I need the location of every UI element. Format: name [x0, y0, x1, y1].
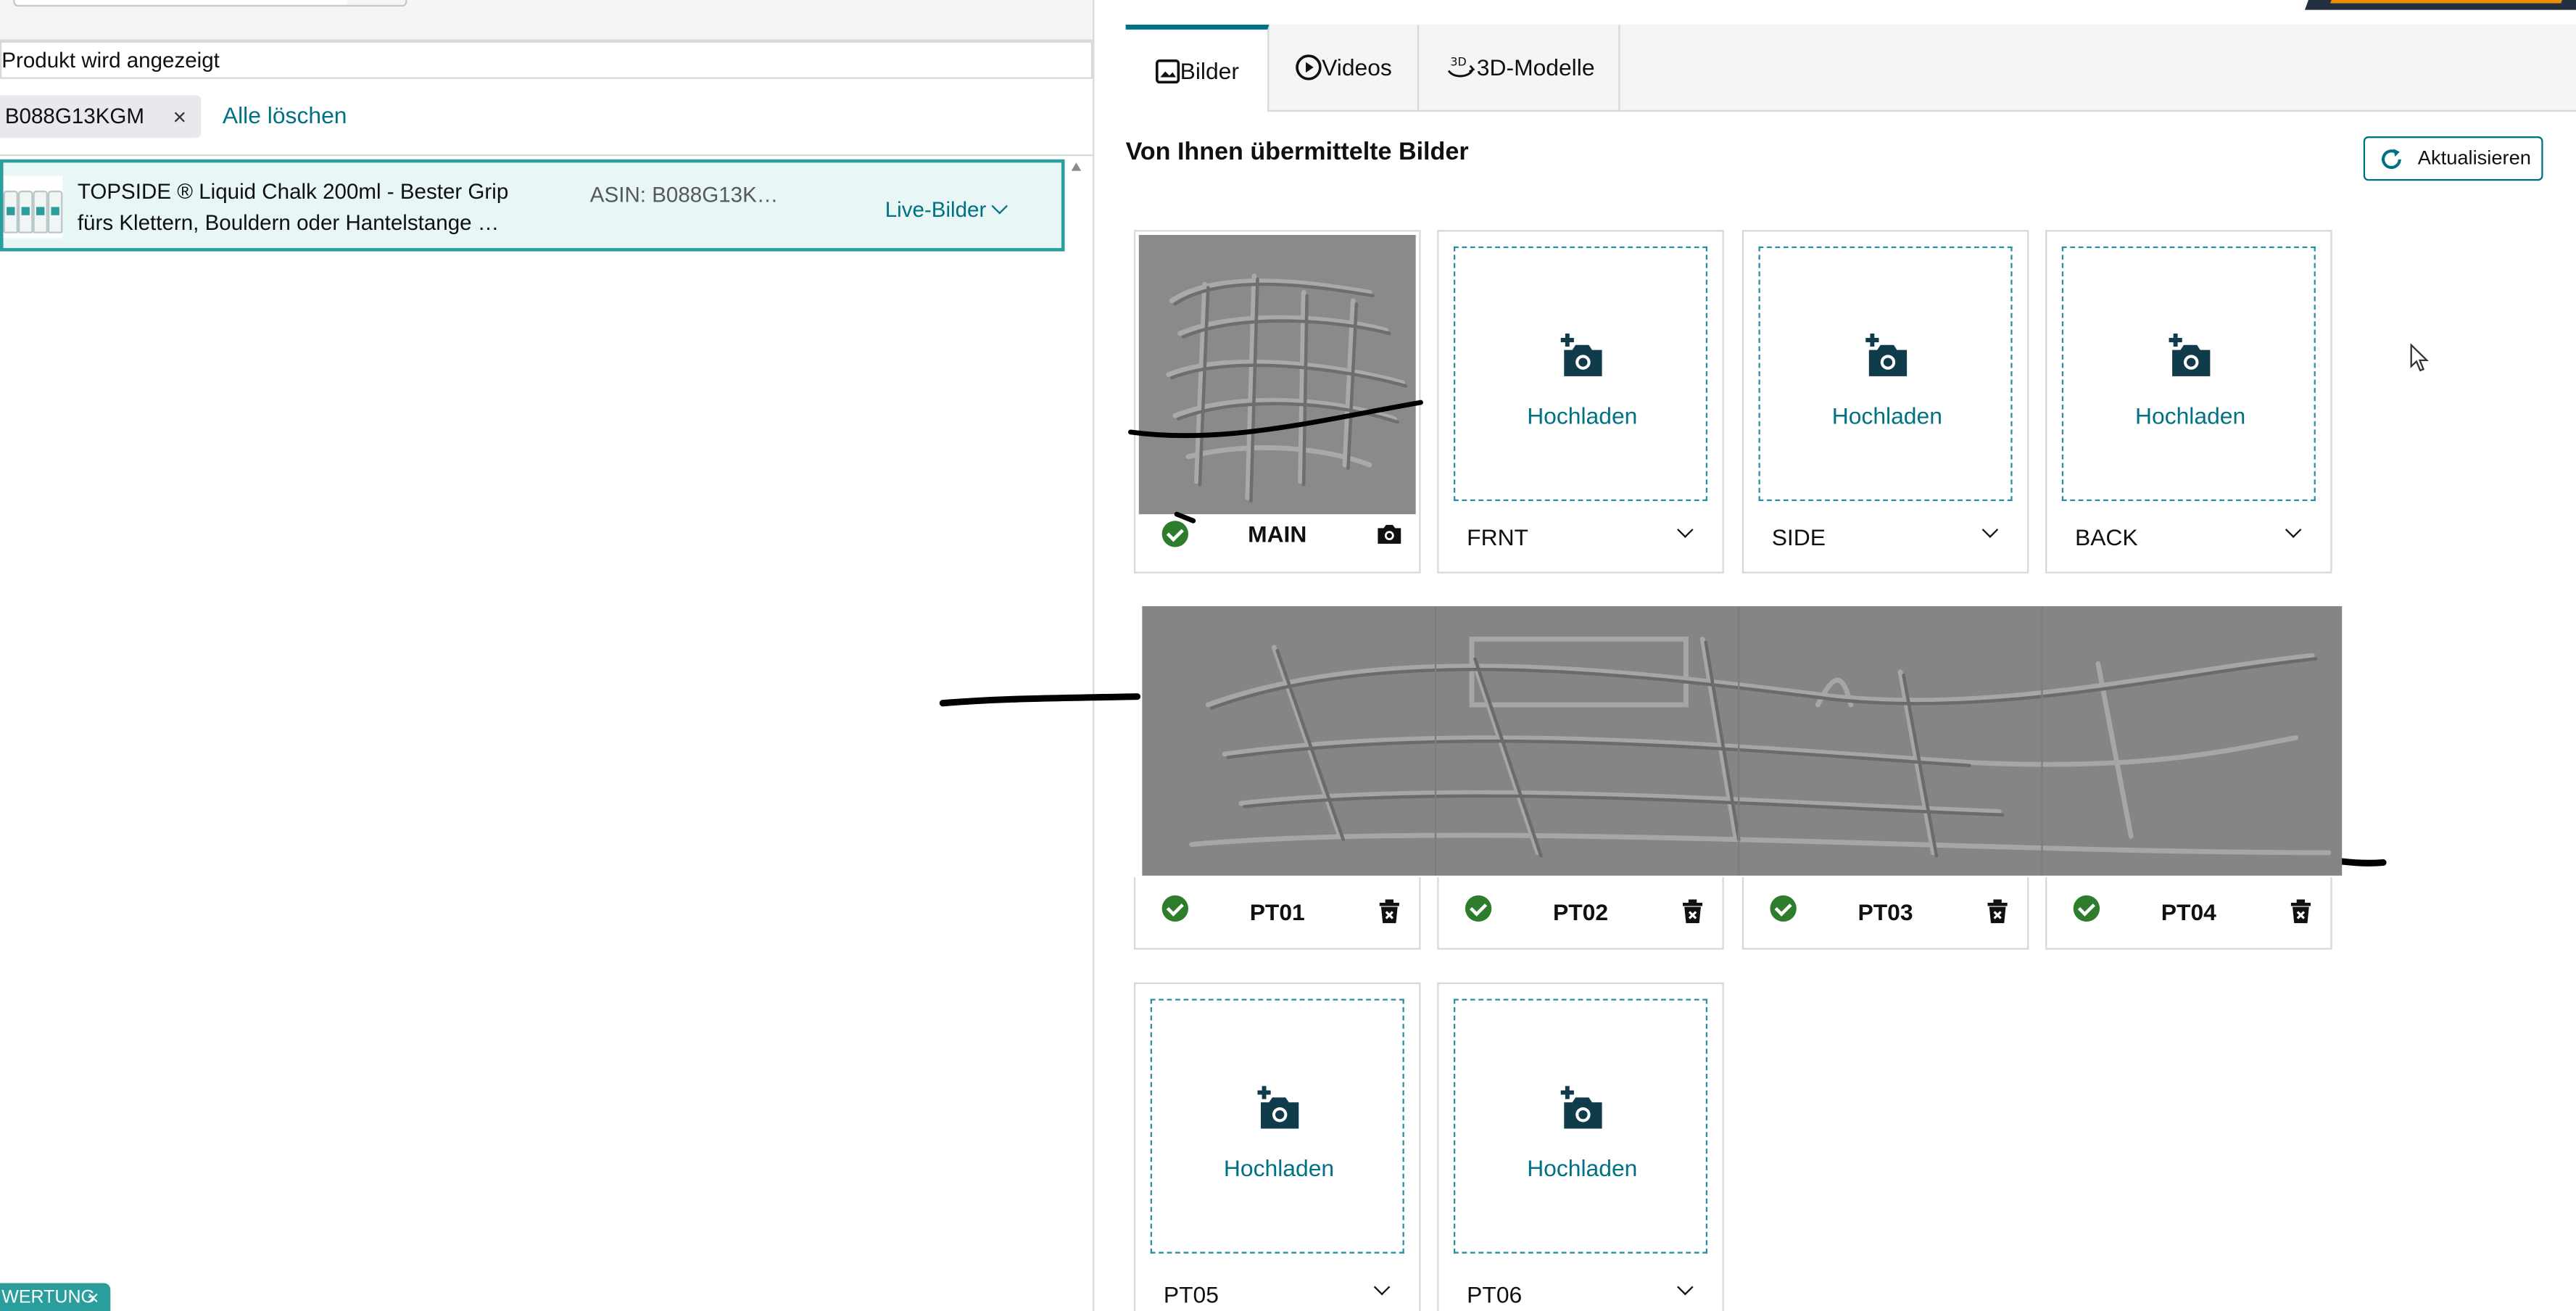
refresh-button-label: Aktualisieren	[2417, 146, 2531, 170]
trash-icon[interactable]	[1987, 898, 2008, 924]
asin-filter-chip-label: B088G13KGM	[4, 103, 145, 128]
slot-code-frnt: FRNT	[1467, 524, 1529, 550]
image-slot-frnt: Hochladen FRNT	[1437, 230, 1724, 574]
slot-footer[interactable]: BACK	[2047, 503, 2330, 571]
top-banner-fragment	[2304, 0, 2576, 10]
tab-bilder[interactable]: Bilder	[1125, 24, 1270, 112]
add-photo-icon	[1560, 333, 1602, 376]
upload-label: Hochladen	[2135, 402, 2246, 429]
add-photo-icon	[1865, 333, 1908, 376]
product-title-line1: TOPSIDE ® Liquid Chalk 200ml - Bester Gr…	[77, 178, 509, 204]
mouse-cursor-icon	[2410, 343, 2430, 372]
image-view-dropdown-label: Live-Bilder	[885, 197, 987, 222]
chip-remove-icon[interactable]: ×	[167, 95, 193, 138]
search-button[interactable]	[347, 0, 407, 7]
media-tabs: Bilder Videos 3D 3D-Modelle	[1125, 24, 2576, 112]
chevron-down-icon[interactable]	[1373, 1278, 1391, 1296]
image-slot-pt04: PT04	[2045, 877, 2332, 950]
image-slot-pt02: PT02	[1437, 877, 1724, 950]
trash-icon[interactable]	[1379, 898, 1399, 924]
slot-code-pt05: PT05	[1163, 1281, 1219, 1308]
filter-select-value: Produkt wird angezeigt	[1, 47, 220, 73]
redaction-stroke	[1128, 400, 1423, 524]
product-title-line2: fürs Klettern, Bouldern oder Hantelstang…	[77, 210, 500, 235]
upload-dropzone[interactable]: Hochladen	[1453, 246, 1708, 502]
chevron-down-icon[interactable]	[1981, 521, 1999, 538]
slot-footer[interactable]: FRNT	[1439, 503, 1723, 571]
trash-icon[interactable]	[1682, 898, 1703, 924]
tab-bilder-label: Bilder	[1180, 57, 1239, 84]
rating-filter-tag-label: WERTUNG	[1, 1288, 96, 1308]
tag-remove-icon[interactable]: ×	[87, 1283, 99, 1311]
rating-filter-tag: WERTUNG ×	[0, 1283, 111, 1311]
chevron-down-icon[interactable]	[2285, 521, 2302, 538]
add-photo-icon	[2169, 333, 2211, 376]
image-slot-pt03: PT03	[1742, 877, 2029, 950]
search-input[interactable]	[13, 0, 352, 7]
chevron-down-icon[interactable]	[1677, 1278, 1694, 1296]
image-slot-pt06: Hochladen PT06	[1437, 982, 1724, 1311]
trash-icon[interactable]	[2290, 898, 2311, 924]
image-slot-pt05: Hochladen PT05	[1133, 982, 1421, 1311]
upload-label: Hochladen	[1831, 402, 1942, 429]
asin-filter-chip: B088G13KGM ×	[0, 95, 202, 138]
slot-footer[interactable]: PT06	[1439, 1260, 1723, 1311]
right-pane: Bilder Videos 3D 3D-Modelle Von Ihnen übe…	[939, 0, 2576, 1311]
upload-dropzone[interactable]: Hochladen	[1453, 998, 1708, 1254]
refresh-button[interactable]: Aktualisieren	[2363, 136, 2543, 181]
refresh-icon	[2382, 149, 2401, 169]
svg-text:3D: 3D	[1450, 55, 1466, 69]
app-root: Produkt wird angezeigt B088G13KGM × Alle…	[0, 0, 2576, 1311]
slot-code-back: BACK	[2074, 524, 2138, 550]
upload-dropzone[interactable]: Hochladen	[1758, 246, 2013, 502]
slot-code-pt01: PT01	[1249, 898, 1305, 925]
upload-dropzone[interactable]: Hochladen	[2061, 246, 2316, 502]
secondary-images-preview[interactable]	[1142, 606, 2343, 876]
slot-code-pt03: PT03	[1858, 898, 1913, 925]
slot-footer[interactable]: PT05	[1135, 1260, 1419, 1311]
product-asin: ASIN: B088G13K…	[589, 182, 779, 207]
3d-icon: 3D	[1447, 55, 1475, 78]
redacted-scribble	[1189, 606, 2332, 876]
product-row-selected[interactable]: TOPSIDE ® Liquid Chalk 200ml - Bester Gr…	[0, 159, 1065, 252]
scroll-up-arrow[interactable]	[1071, 162, 1082, 171]
divider	[0, 154, 1093, 157]
tab-3d-modelle[interactable]: 3D 3D-Modelle	[1419, 24, 1620, 110]
slot-code-pt04: PT04	[2161, 898, 2216, 925]
tab-3d-modelle-label: 3D-Modelle	[1476, 54, 1595, 81]
add-photo-icon	[1560, 1085, 1602, 1129]
image-slot-back: Hochladen BACK	[2045, 230, 2332, 574]
left-pane: Produkt wird angezeigt B088G13KGM × Alle…	[0, 0, 1093, 1311]
slot-code-pt02: PT02	[1552, 898, 1609, 925]
upload-label: Hochladen	[1527, 1154, 1638, 1182]
section-title: Von Ihnen übermittelte Bilder	[1125, 138, 1469, 166]
image-slot-side: Hochladen SIDE	[1742, 230, 2029, 574]
chevron-down-icon	[992, 198, 1009, 215]
upload-dropzone[interactable]: Hochladen	[1150, 998, 1404, 1254]
add-photo-icon	[1257, 1085, 1299, 1129]
product-title: TOPSIDE ® Liquid Chalk 200ml - Bester Gr…	[78, 175, 555, 238]
chevron-down-icon[interactable]	[1677, 521, 1694, 538]
image-icon	[1155, 59, 1180, 83]
image-slot-main: MAIN	[1128, 230, 1423, 574]
image-view-dropdown[interactable]: Live-Bilder	[885, 194, 1009, 225]
tab-videos[interactable]: Videos	[1269, 24, 1420, 110]
image-slot-pt01: PT01	[1133, 877, 1421, 950]
play-icon	[1296, 54, 1322, 81]
slot-code-side: SIDE	[1771, 524, 1826, 550]
upload-label: Hochladen	[1223, 1154, 1335, 1182]
filter-select[interactable]: Produkt wird angezeigt	[0, 41, 1093, 79]
clear-all-link[interactable]: Alle löschen	[223, 99, 347, 131]
slot-footer[interactable]: SIDE	[1744, 503, 2027, 571]
product-thumbnail	[3, 175, 63, 239]
upload-label: Hochladen	[1527, 402, 1638, 429]
tab-videos-label: Videos	[1322, 54, 1392, 81]
slot-code-pt06: PT06	[1467, 1281, 1523, 1308]
